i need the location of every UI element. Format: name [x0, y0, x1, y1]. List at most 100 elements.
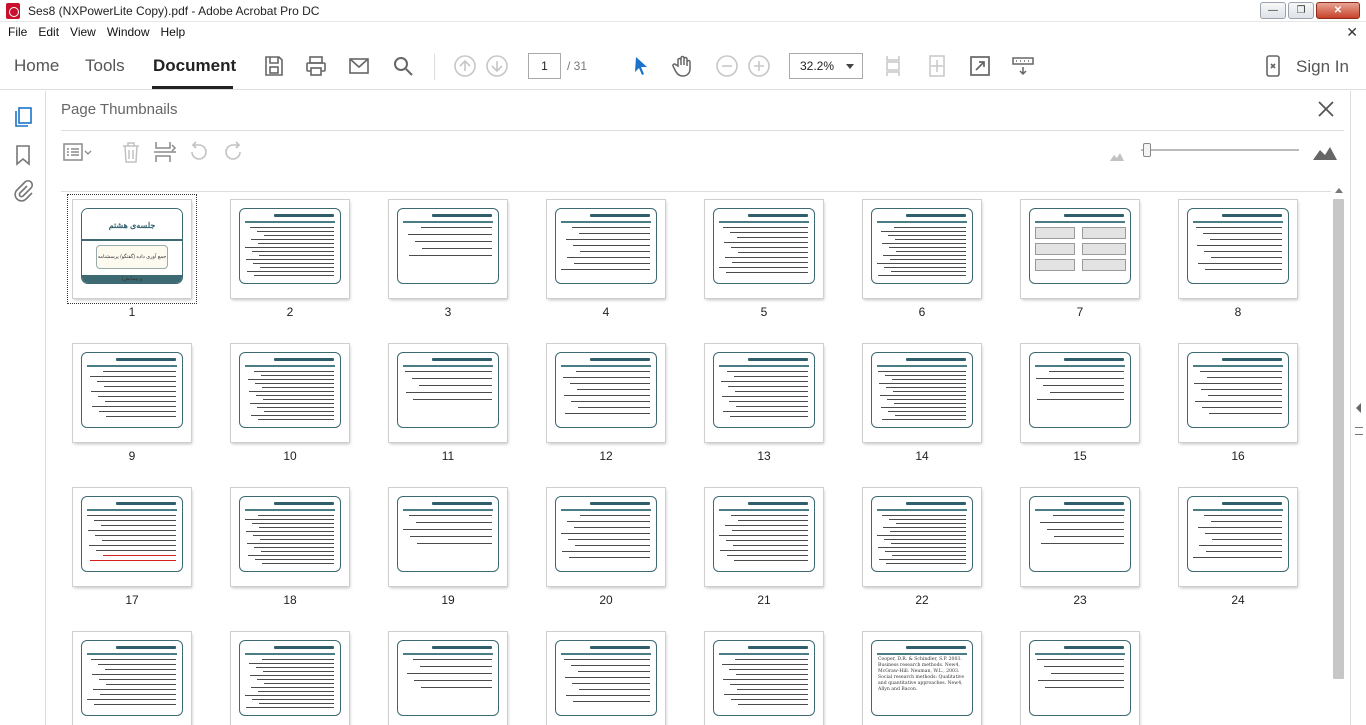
- page-thumbnail[interactable]: 21: [693, 484, 823, 614]
- page-layout-icon[interactable]: [924, 53, 950, 79]
- page-thumbnail[interactable]: 7: [1009, 196, 1139, 326]
- page-thumbnail-image[interactable]: [231, 200, 349, 298]
- page-thumbnails-icon[interactable]: [11, 105, 35, 129]
- page-thumbnail-image[interactable]: [1179, 488, 1297, 586]
- page-thumbnail[interactable]: 12: [535, 340, 665, 470]
- menu-view[interactable]: View: [70, 25, 96, 39]
- page-thumbnail-image[interactable]: [389, 632, 507, 725]
- page-thumbnail[interactable]: 23: [1009, 484, 1139, 614]
- mobile-link-icon[interactable]: [1260, 53, 1286, 79]
- page-thumbnail-image[interactable]: [1021, 200, 1139, 298]
- close-window-button[interactable]: ✕: [1316, 2, 1360, 19]
- page-thumbnail-image[interactable]: [863, 344, 981, 442]
- save-icon[interactable]: [261, 53, 287, 79]
- options-menu-icon[interactable]: [63, 140, 93, 164]
- page-thumbnail-image[interactable]: [547, 200, 665, 298]
- page-thumbnail-image[interactable]: [231, 632, 349, 725]
- page-thumbnail[interactable]: 19: [377, 484, 507, 614]
- nav-document[interactable]: Document: [153, 56, 236, 76]
- page-thumbnail[interactable]: 24: [1167, 484, 1297, 614]
- small-thumbnails-icon[interactable]: [1110, 148, 1124, 161]
- page-thumbnail[interactable]: 13: [693, 340, 823, 470]
- page-thumbnail-image[interactable]: [1021, 632, 1139, 725]
- page-thumbnail[interactable]: 14: [851, 340, 981, 470]
- page-thumbnail[interactable]: 2: [219, 196, 349, 326]
- rotate-clockwise-icon[interactable]: [221, 140, 245, 164]
- expand-right-pane-icon[interactable]: [1356, 403, 1361, 413]
- page-thumbnail-image[interactable]: [705, 200, 823, 298]
- page-thumbnail-image[interactable]: [863, 200, 981, 298]
- page-thumbnail[interactable]: 26: [219, 628, 349, 725]
- page-thumbnail[interactable]: 25: [61, 628, 191, 725]
- thumbnail-size-slider-handle[interactable]: [1143, 143, 1151, 157]
- page-thumbnail[interactable]: 18: [219, 484, 349, 614]
- menu-edit[interactable]: Edit: [38, 25, 59, 39]
- page-thumbnail-image[interactable]: [863, 488, 981, 586]
- menu-window[interactable]: Window: [107, 25, 150, 39]
- menu-help[interactable]: Help: [161, 25, 186, 39]
- page-thumbnail-image[interactable]: [1021, 488, 1139, 586]
- page-thumbnail[interactable]: 28: [535, 628, 665, 725]
- zoom-level-dropdown[interactable]: 32.2%: [789, 53, 863, 79]
- page-number-input[interactable]: 1: [528, 53, 561, 79]
- page-thumbnail[interactable]: 29: [693, 628, 823, 725]
- delete-page-icon[interactable]: [120, 140, 142, 164]
- page-thumbnail-image[interactable]: [1021, 344, 1139, 442]
- zoom-in-icon[interactable]: [746, 53, 772, 79]
- page-thumbnail[interactable]: Cooper, D.R. & Schindler, S.P. 2003. Bus…: [851, 628, 981, 725]
- hand-tool-icon[interactable]: [670, 53, 696, 79]
- page-thumbnail-image[interactable]: Cooper, D.R. & Schindler, S.P. 2003. Bus…: [863, 632, 981, 725]
- page-thumbnail-image[interactable]: [231, 488, 349, 586]
- page-thumbnail[interactable]: 4: [535, 196, 665, 326]
- menu-file[interactable]: File: [8, 25, 27, 39]
- search-icon[interactable]: [390, 53, 416, 79]
- page-thumbnail[interactable]: 16: [1167, 340, 1297, 470]
- page-thumbnail[interactable]: 17: [61, 484, 191, 614]
- nav-tools[interactable]: Tools: [85, 56, 125, 76]
- page-thumbnail[interactable]: 8: [1167, 196, 1297, 326]
- rotate-counterclockwise-icon[interactable]: [187, 140, 211, 164]
- page-thumbnail[interactable]: 6: [851, 196, 981, 326]
- email-icon[interactable]: [346, 53, 372, 79]
- page-thumbnail-image[interactable]: جلسه‌ی هشتم جمع آوری داده (گفتگو/ پرسشنام…: [67, 194, 197, 304]
- sign-in-link[interactable]: Sign In: [1296, 57, 1349, 77]
- pane-resize-grip-icon[interactable]: [1355, 427, 1363, 435]
- next-page-icon[interactable]: [484, 53, 510, 79]
- zoom-out-icon[interactable]: [714, 53, 740, 79]
- customize-toolbar-icon[interactable]: [1010, 53, 1036, 79]
- page-thumbnail[interactable]: 5: [693, 196, 823, 326]
- page-thumbnail[interactable]: 22: [851, 484, 981, 614]
- page-thumbnail[interactable]: 20: [535, 484, 665, 614]
- page-thumbnail-image[interactable]: [547, 632, 665, 725]
- scrollbar-thumb[interactable]: [1333, 199, 1344, 679]
- page-thumbnail-image[interactable]: [1179, 200, 1297, 298]
- page-thumbnail-image[interactable]: [1179, 344, 1297, 442]
- page-thumbnail-image[interactable]: [389, 344, 507, 442]
- attachment-icon[interactable]: [11, 179, 35, 203]
- page-thumbnail[interactable]: 11: [377, 340, 507, 470]
- previous-page-icon[interactable]: [452, 53, 478, 79]
- select-tool-icon[interactable]: [628, 53, 654, 79]
- restore-button[interactable]: ❐: [1288, 2, 1314, 19]
- page-thumbnail[interactable]: 27: [377, 628, 507, 725]
- page-thumbnail-image[interactable]: [73, 344, 191, 442]
- scroll-up-arrow-icon[interactable]: [1335, 188, 1343, 193]
- page-thumbnail-image[interactable]: [705, 488, 823, 586]
- page-thumbnail-image[interactable]: [547, 344, 665, 442]
- page-thumbnail-image[interactable]: [705, 344, 823, 442]
- page-thumbnail[interactable]: جلسه‌ی هشتم جمع آوری داده (گفتگو/ پرسشنام…: [61, 194, 197, 326]
- thumbnail-size-slider-track[interactable]: [1141, 149, 1299, 151]
- print-icon[interactable]: [303, 53, 329, 79]
- split-page-icon[interactable]: [153, 140, 177, 164]
- vertical-scrollbar[interactable]: [1331, 185, 1346, 725]
- page-thumbnail[interactable]: 3: [377, 196, 507, 326]
- minimize-button[interactable]: —: [1260, 2, 1286, 19]
- page-thumbnail-image[interactable]: [705, 632, 823, 725]
- page-thumbnail[interactable]: 31: [1009, 628, 1139, 725]
- bookmark-icon[interactable]: [11, 143, 35, 167]
- page-thumbnail-image[interactable]: [231, 344, 349, 442]
- page-thumbnail-image[interactable]: [73, 488, 191, 586]
- fit-page-icon[interactable]: [880, 53, 906, 79]
- nav-home[interactable]: Home: [14, 56, 59, 76]
- page-thumbnail-image[interactable]: [389, 200, 507, 298]
